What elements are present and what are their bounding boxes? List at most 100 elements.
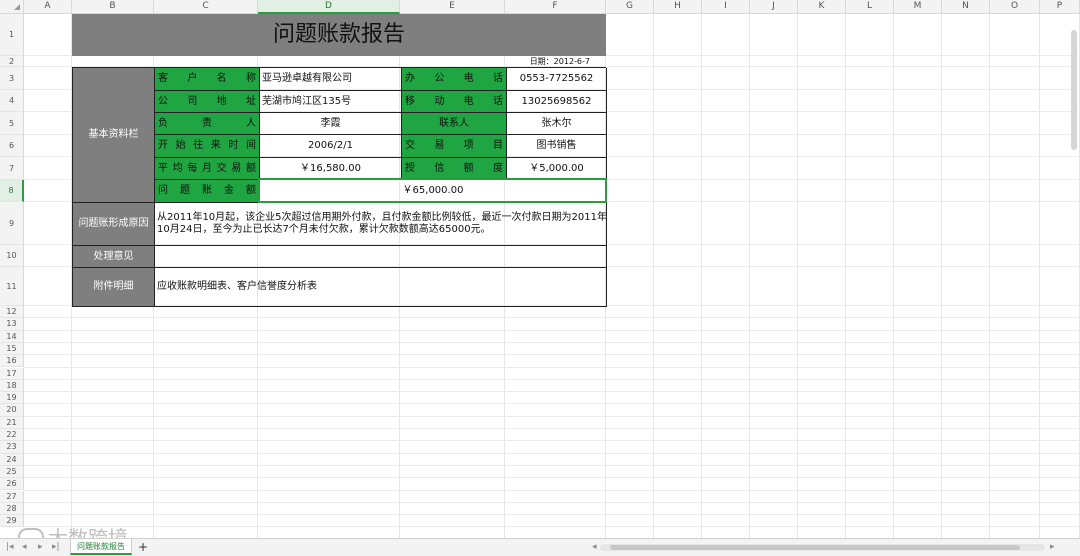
row-header-15[interactable]: 15 bbox=[0, 342, 24, 356]
row-header-19[interactable]: 19 bbox=[0, 392, 24, 405]
prev-sheet-icon[interactable]: ◂ bbox=[22, 542, 27, 552]
row-header-10[interactable]: 10 bbox=[0, 245, 24, 267]
column-header-J[interactable]: J bbox=[750, 0, 798, 14]
column-header-C[interactable]: C bbox=[154, 0, 258, 14]
column-header-D[interactable]: D bbox=[258, 0, 400, 14]
column-header-P[interactable]: P bbox=[1040, 0, 1080, 14]
row-header-7[interactable]: 7 bbox=[0, 157, 24, 180]
row-header-14[interactable]: 14 bbox=[0, 330, 24, 343]
mobile-phone-value[interactable]: 13025698562 bbox=[507, 91, 607, 113]
column-header-G[interactable]: G bbox=[606, 0, 654, 14]
row-header-3[interactable]: 3 bbox=[0, 67, 24, 90]
grid-row-line bbox=[24, 452, 1080, 454]
column-header-B[interactable]: B bbox=[72, 0, 154, 14]
spreadsheet: ABCDEFGHIJKLMNOP 1 2 3 4 5 6 7 8 9 10 11 12 13 14 15 16… bbox=[0, 0, 1080, 556]
start-date-value[interactable]: 2006/2/1 bbox=[260, 135, 402, 158]
grid-row-line bbox=[24, 501, 1080, 503]
section-basic-info[interactable]: 基本资料栏 bbox=[73, 68, 155, 203]
mobile-phone-label[interactable]: 移动电话 bbox=[402, 91, 507, 113]
grid-row-line bbox=[24, 464, 1080, 466]
customer-name-label[interactable]: 客户名称 bbox=[155, 68, 260, 91]
select-all-corner[interactable] bbox=[0, 0, 24, 14]
grid-row-line bbox=[24, 428, 1080, 429]
column-header-F[interactable]: F bbox=[505, 0, 606, 14]
last-sheet-icon[interactable]: ▸| bbox=[52, 542, 60, 552]
problem-amount-value[interactable]: ￥65,000.00 bbox=[260, 180, 607, 203]
grid-column-line bbox=[749, 14, 750, 538]
contact-label[interactable]: 联系人 bbox=[402, 113, 507, 135]
handling-label[interactable]: 处理意见 bbox=[73, 246, 155, 268]
column-header-I[interactable]: I bbox=[702, 0, 750, 14]
row-header-21[interactable]: 21 bbox=[0, 416, 24, 429]
horizontal-scroll-thumb[interactable] bbox=[610, 545, 1020, 550]
row-header-11[interactable]: 11 bbox=[0, 267, 24, 306]
row-header-25[interactable]: 25 bbox=[0, 465, 24, 479]
column-header-E[interactable]: E bbox=[400, 0, 505, 14]
column-header-L[interactable]: L bbox=[846, 0, 894, 14]
row-header-18[interactable]: 18 bbox=[0, 379, 24, 393]
sheet-tab-active[interactable]: 问题账款报告 bbox=[70, 539, 132, 555]
office-phone-label[interactable]: 办公电话 bbox=[402, 68, 507, 91]
grid-column-line bbox=[989, 14, 990, 538]
row-header-2[interactable]: 2 bbox=[0, 56, 24, 67]
grid-column-line bbox=[941, 14, 942, 538]
scroll-right-icon[interactable]: ▸ bbox=[1050, 542, 1055, 552]
column-header-M[interactable]: M bbox=[894, 0, 942, 14]
grid-row-line bbox=[24, 526, 1080, 528]
row-header-4[interactable]: 4 bbox=[0, 90, 24, 112]
company-address-label[interactable]: 公司地址 bbox=[155, 91, 260, 113]
row-header-22[interactable]: 22 bbox=[0, 429, 24, 442]
add-sheet-button[interactable]: + bbox=[138, 540, 148, 554]
report-title[interactable]: 问题账款报告 bbox=[72, 14, 606, 56]
credit-limit-value[interactable]: ￥5,000.00 bbox=[507, 158, 607, 180]
trade-item-label[interactable]: 交易项目 bbox=[402, 135, 507, 158]
row-header-24[interactable]: 24 bbox=[0, 453, 24, 466]
first-sheet-icon[interactable]: |◂ bbox=[6, 542, 14, 552]
grid-row-line bbox=[24, 366, 1080, 368]
attachment-value[interactable]: 应收账款明细表、客户信誉度分析表 bbox=[155, 268, 607, 307]
avg-monthly-value[interactable]: ￥16,580.00 bbox=[260, 158, 402, 180]
column-header-O[interactable]: O bbox=[990, 0, 1040, 14]
column-header-N[interactable]: N bbox=[942, 0, 990, 14]
column-header-K[interactable]: K bbox=[798, 0, 846, 14]
row-header-12[interactable]: 12 bbox=[0, 306, 24, 319]
row-header-28[interactable]: 28 bbox=[0, 502, 24, 516]
cause-label[interactable]: 问题账形成原因 bbox=[73, 203, 155, 246]
person-in-charge-value[interactable]: 李霞 bbox=[260, 113, 402, 135]
row-header-27[interactable]: 27 bbox=[0, 490, 24, 503]
contact-value[interactable]: 张木尔 bbox=[507, 113, 607, 135]
problem-amount-label[interactable]: 问题账金额 bbox=[155, 180, 260, 203]
row-header-17[interactable]: 17 bbox=[0, 367, 24, 380]
row-header-8[interactable]: 8 bbox=[0, 180, 24, 202]
start-date-label[interactable]: 开始往来时间 bbox=[155, 135, 260, 158]
row-header-16[interactable]: 16 bbox=[0, 355, 24, 368]
office-phone-value[interactable]: 0553-7725562 bbox=[507, 68, 607, 91]
company-address-value[interactable]: 芜湖市鸠江区135号 bbox=[260, 91, 402, 113]
row-header-26[interactable]: 26 bbox=[0, 478, 24, 491]
vertical-scrollbar[interactable] bbox=[1071, 30, 1077, 150]
trade-item-value[interactable]: 图书销售 bbox=[507, 135, 607, 158]
row-header-5[interactable]: 5 bbox=[0, 112, 24, 135]
scroll-left-icon[interactable]: ◂ bbox=[592, 542, 597, 552]
customer-name-value[interactable]: 亚马逊卓越有限公司 bbox=[260, 68, 402, 91]
row-header-20[interactable]: 20 bbox=[0, 404, 24, 417]
cause-line-2: 10月24日，至今为止已长达7个月未付欠款，累计欠款数额高达65000元。 bbox=[157, 224, 491, 235]
grid-column-line bbox=[845, 14, 846, 538]
row-header-9[interactable]: 9 bbox=[0, 202, 24, 245]
next-sheet-icon[interactable]: ▸ bbox=[38, 542, 43, 552]
credit-limit-label[interactable]: 授信额度 bbox=[402, 158, 507, 180]
attachment-label[interactable]: 附件明细 bbox=[73, 268, 155, 307]
row-header-23[interactable]: 23 bbox=[0, 441, 24, 454]
grid-column-line bbox=[893, 14, 894, 538]
avg-monthly-label[interactable]: 平均每月交易额 bbox=[155, 158, 260, 180]
column-header-H[interactable]: H bbox=[654, 0, 702, 14]
grid-row-line bbox=[24, 354, 1080, 356]
handling-value[interactable] bbox=[155, 246, 607, 268]
column-header-A[interactable]: A bbox=[24, 0, 72, 14]
cause-value[interactable]: 从2011年10月起，该企业5次超过信用期外付款，且付款金额比例较低，最近一次付… bbox=[155, 203, 607, 246]
row-header-13[interactable]: 13 bbox=[0, 318, 24, 331]
person-in-charge-label[interactable]: 负责人 bbox=[155, 113, 260, 135]
horizontal-scrollbar[interactable] bbox=[600, 544, 1045, 551]
row-header-6[interactable]: 6 bbox=[0, 135, 24, 157]
row-header-1[interactable]: 1 bbox=[0, 14, 24, 56]
